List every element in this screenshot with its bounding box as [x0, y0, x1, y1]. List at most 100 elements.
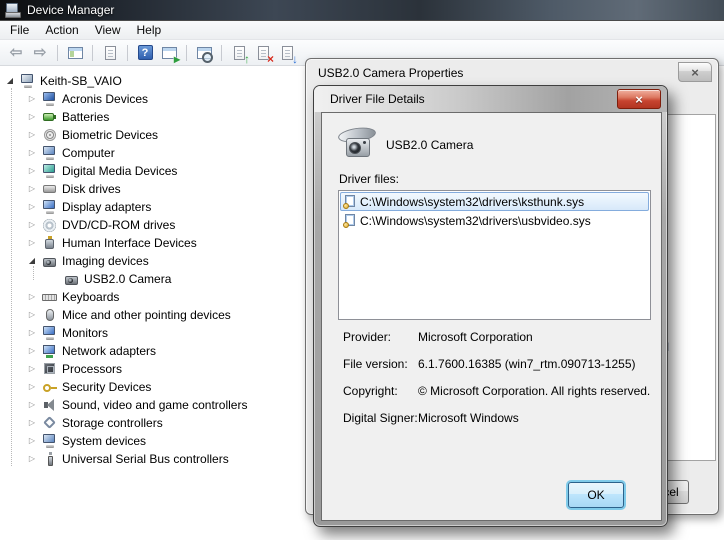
tree-item-biometric-devices[interactable]: ▷Biometric Devices	[0, 126, 300, 144]
disk-icon	[42, 182, 58, 196]
tree-expander-icon[interactable]: ▷	[26, 401, 38, 409]
tree-item-batteries[interactable]: ▷Batteries	[0, 108, 300, 126]
tree-expander-icon[interactable]: ▷	[26, 113, 38, 121]
details-dialog-title: Driver File Details	[314, 86, 667, 112]
toolbar-scan-hardware-changes-icon[interactable]	[193, 43, 215, 63]
tree-expander-icon[interactable]: ▷	[26, 347, 38, 355]
tree-expander-icon[interactable]: ▷	[26, 311, 38, 319]
tree-item-label: Storage controllers	[62, 416, 163, 430]
ok-button[interactable]: OK	[568, 482, 624, 508]
cpu-icon	[42, 362, 58, 376]
tree-expander-icon[interactable]: ▷	[26, 293, 38, 301]
tree-item-security-devices[interactable]: ▷ Security Devices	[0, 378, 300, 396]
toolbar-show-console-tree-icon[interactable]	[64, 43, 86, 63]
tree-expander-icon[interactable]: ▷	[26, 131, 38, 139]
toolbar-separator	[57, 45, 58, 61]
tree-item-label: Universal Serial Bus controllers	[62, 452, 229, 466]
tree-item-label: Monitors	[62, 326, 108, 340]
tree-item-network-adapters[interactable]: ▷Network adapters	[0, 342, 300, 360]
tree-expander-icon[interactable]: ▷	[26, 455, 38, 463]
tree-expander-icon[interactable]: ▷	[26, 383, 38, 391]
toolbar-properties-icon[interactable]	[99, 43, 121, 63]
tree-expander-icon[interactable]: ▷	[26, 419, 38, 427]
driver-file-path: C:\Windows\system32\drivers\usbvideo.sys	[360, 214, 591, 228]
driver-file-path: C:\Windows\system32\drivers\ksthunk.sys	[360, 195, 584, 209]
battery-icon	[42, 110, 58, 124]
computer-root-icon	[20, 74, 36, 88]
tree-item-disk-drives[interactable]: ▷ Disk drives	[0, 180, 300, 198]
hid-icon	[42, 236, 58, 250]
toolbar-forward-icon[interactable]: ⇨	[29, 43, 51, 63]
menu-help[interactable]: Help	[129, 21, 170, 39]
tree-item-processors[interactable]: ▷ Processors	[0, 360, 300, 378]
tree-expander-icon[interactable]: ▷	[26, 185, 38, 193]
tree-expander-icon[interactable]: ◢	[26, 257, 38, 265]
driver-file-row[interactable]: C:\Windows\system32\drivers\usbvideo.sys	[340, 211, 649, 230]
toolbar-uninstall-icon[interactable]: ×	[252, 43, 274, 63]
properties-close-button[interactable]: ×	[678, 62, 712, 82]
tree-item-label: Imaging devices	[62, 254, 149, 268]
toolbar-add-legacy-hardware-icon[interactable]: ↓	[276, 43, 298, 63]
sound-icon	[42, 398, 58, 412]
detail-field-row: Provider:Microsoft Corporation	[343, 330, 643, 344]
driver-file-details-dialog: Driver File Details × USB2.0 Camera Driv…	[313, 85, 668, 527]
tree-item-storage-controllers[interactable]: ▷ Storage controllers	[0, 414, 300, 432]
tree-expander-icon[interactable]: ▷	[26, 365, 38, 373]
tree-expander-icon[interactable]: ▷	[26, 149, 38, 157]
toolbar-update-driver-icon[interactable]: ↑	[228, 43, 250, 63]
detail-field-row: File version:6.1.7600.16385 (win7_rtm.09…	[343, 357, 643, 371]
tree-item-mice-and-other-pointing-devices[interactable]: ▷Mice and other pointing devices	[0, 306, 300, 324]
tree-expander-icon[interactable]: ▷	[26, 203, 38, 211]
tree-item-keyboards[interactable]: ▷Keyboards	[0, 288, 300, 306]
system-icon	[42, 146, 58, 160]
tree-expander-icon[interactable]: ▷	[26, 95, 38, 103]
toolbar-separator	[92, 45, 93, 61]
tree-item-dvd-cd-rom-drives[interactable]: ▷ DVD/CD-ROM drives	[0, 216, 300, 234]
tree-item-universal-serial-bus-controllers[interactable]: ▷ Universal Serial Bus controllers	[0, 450, 300, 468]
tree-item-label: Security Devices	[62, 380, 151, 394]
detail-field-label: Copyright:	[343, 384, 418, 398]
tree-item-label: Processors	[62, 362, 122, 376]
storage-icon	[42, 416, 58, 430]
menu-file[interactable]: File	[2, 21, 37, 39]
tree-item-computer[interactable]: ▷Computer	[0, 144, 300, 162]
menu-view[interactable]: View	[87, 21, 129, 39]
toolbar-back-icon[interactable]: ⇦	[5, 43, 27, 63]
tree-expander-icon[interactable]: ▷	[26, 167, 38, 175]
tree-item-keith-sb-vaio[interactable]: ◢Keith-SB_VAIO	[0, 72, 300, 90]
toolbar-separator	[221, 45, 222, 61]
detail-field-label: Provider:	[343, 330, 418, 344]
tree-item-imaging-devices[interactable]: ◢ Imaging devices	[0, 252, 300, 270]
webcam-icon	[338, 126, 378, 160]
tree-item-sound-video-and-game-controllers[interactable]: ▷Sound, video and game controllers	[0, 396, 300, 414]
details-close-button[interactable]: ×	[617, 89, 661, 109]
tree-item-human-interface-devices[interactable]: ▷Human Interface Devices	[0, 234, 300, 252]
driver-files-list[interactable]: C:\Windows\system32\drivers\ksthunk.sys C…	[338, 190, 651, 320]
device-manager-icon	[5, 3, 21, 17]
tree-expander-icon[interactable]: ▷	[26, 329, 38, 337]
title-bar: Device Manager	[0, 0, 724, 21]
tree-item-label: Disk drives	[62, 182, 121, 196]
tree-item-monitors[interactable]: ▷ Monitors	[0, 324, 300, 342]
driver-file-icon	[343, 214, 356, 228]
tree-expander-icon[interactable]: ▷	[26, 437, 38, 445]
tree-item-acronis-devices[interactable]: ▷Acronis Devices	[0, 90, 300, 108]
tree-item-system-devices[interactable]: ▷ System devices	[0, 432, 300, 450]
tree-item-label: DVD/CD-ROM drives	[62, 218, 175, 232]
tree-item-usb2-0-camera[interactable]: USB2.0 Camera	[0, 270, 300, 288]
tree-item-digital-media-devices[interactable]: ▷Digital Media Devices	[0, 162, 300, 180]
tree-item-display-adapters[interactable]: ▷Display adapters	[0, 198, 300, 216]
display-icon	[42, 326, 58, 340]
driver-file-row[interactable]: C:\Windows\system32\drivers\ksthunk.sys	[340, 192, 649, 211]
tree-expander-icon[interactable]: ◢	[4, 77, 16, 85]
toolbar-show-action-pane-icon[interactable]: ▸	[158, 43, 180, 63]
toolbar-help-icon[interactable]: ?	[134, 43, 156, 63]
toolbar-separator	[127, 45, 128, 61]
network-icon	[42, 344, 58, 358]
menu-action[interactable]: Action	[37, 21, 86, 39]
camera-icon	[42, 254, 58, 268]
tree-expander-icon[interactable]: ▷	[26, 221, 38, 229]
tree-item-label: System devices	[62, 434, 146, 448]
detail-field-value: Microsoft Windows	[418, 411, 643, 425]
tree-expander-icon[interactable]: ▷	[26, 239, 38, 247]
